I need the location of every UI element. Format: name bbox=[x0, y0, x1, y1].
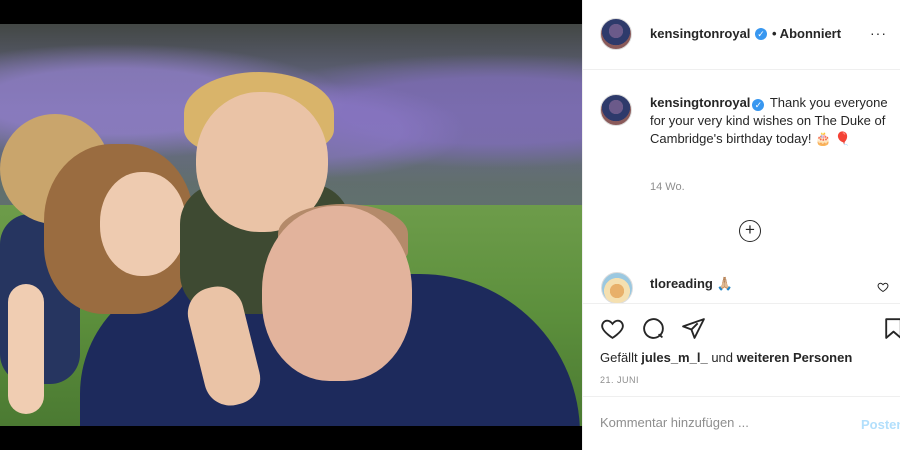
author-username[interactable]: kensingtonroyal bbox=[650, 26, 750, 41]
caption-avatar[interactable] bbox=[600, 94, 632, 126]
bookmark-save-icon[interactable] bbox=[881, 316, 900, 342]
comment-username[interactable]: tloreading bbox=[650, 276, 713, 291]
post-photo[interactable] bbox=[0, 24, 582, 426]
share-send-icon[interactable] bbox=[681, 316, 707, 342]
post-header: kensingtonroyal ✓ • Abonniert ··· bbox=[583, 0, 900, 70]
verified-badge-icon: ✓ bbox=[755, 28, 767, 40]
liked-by-others[interactable]: weiteren Personen bbox=[737, 350, 853, 365]
load-more-comments-icon[interactable]: + bbox=[739, 220, 761, 242]
liked-by-and: und bbox=[711, 350, 734, 365]
caption-emojis: 🎂 🎈 bbox=[815, 131, 852, 146]
photo-small-child-arm bbox=[8, 284, 44, 414]
caption-username[interactable]: kensingtonroyal bbox=[650, 95, 750, 110]
comment-input[interactable] bbox=[600, 415, 840, 430]
liked-by-text: Gefällt jules_m_l_ und weiteren Personen bbox=[600, 350, 852, 365]
like-heart-icon[interactable] bbox=[600, 316, 626, 342]
post-side-panel: kensingtonroyal ✓ • Abonniert ··· kensin… bbox=[582, 0, 900, 450]
photo-girl-face bbox=[100, 172, 186, 276]
caption: kensingtonroyal ✓ Thank you everyone for … bbox=[650, 94, 890, 148]
follow-status[interactable]: • Abonniert bbox=[772, 26, 841, 41]
comment-avatar[interactable] bbox=[601, 272, 633, 304]
caption-time-ago[interactable]: 14 Wo. bbox=[650, 181, 685, 193]
liked-by-prefix: Gefällt bbox=[600, 350, 638, 365]
post-comment-button[interactable]: Posten bbox=[861, 417, 900, 432]
author-avatar[interactable] bbox=[600, 18, 632, 50]
caption-verified-icon: ✓ bbox=[752, 99, 765, 111]
comment-emojis: 🙏🏼 bbox=[716, 276, 733, 291]
comment-item: tloreading 🙏🏼 bbox=[650, 276, 733, 292]
comment-bubble-icon[interactable] bbox=[641, 316, 667, 342]
liked-by-user[interactable]: jules_m_l_ bbox=[641, 350, 708, 365]
photo-man-face bbox=[262, 206, 412, 381]
comment-bar: Posten bbox=[583, 396, 900, 450]
more-options-icon[interactable]: ··· bbox=[870, 25, 887, 41]
comment-like-icon[interactable] bbox=[877, 281, 889, 296]
post-date[interactable]: 21. JUNI bbox=[600, 375, 639, 385]
